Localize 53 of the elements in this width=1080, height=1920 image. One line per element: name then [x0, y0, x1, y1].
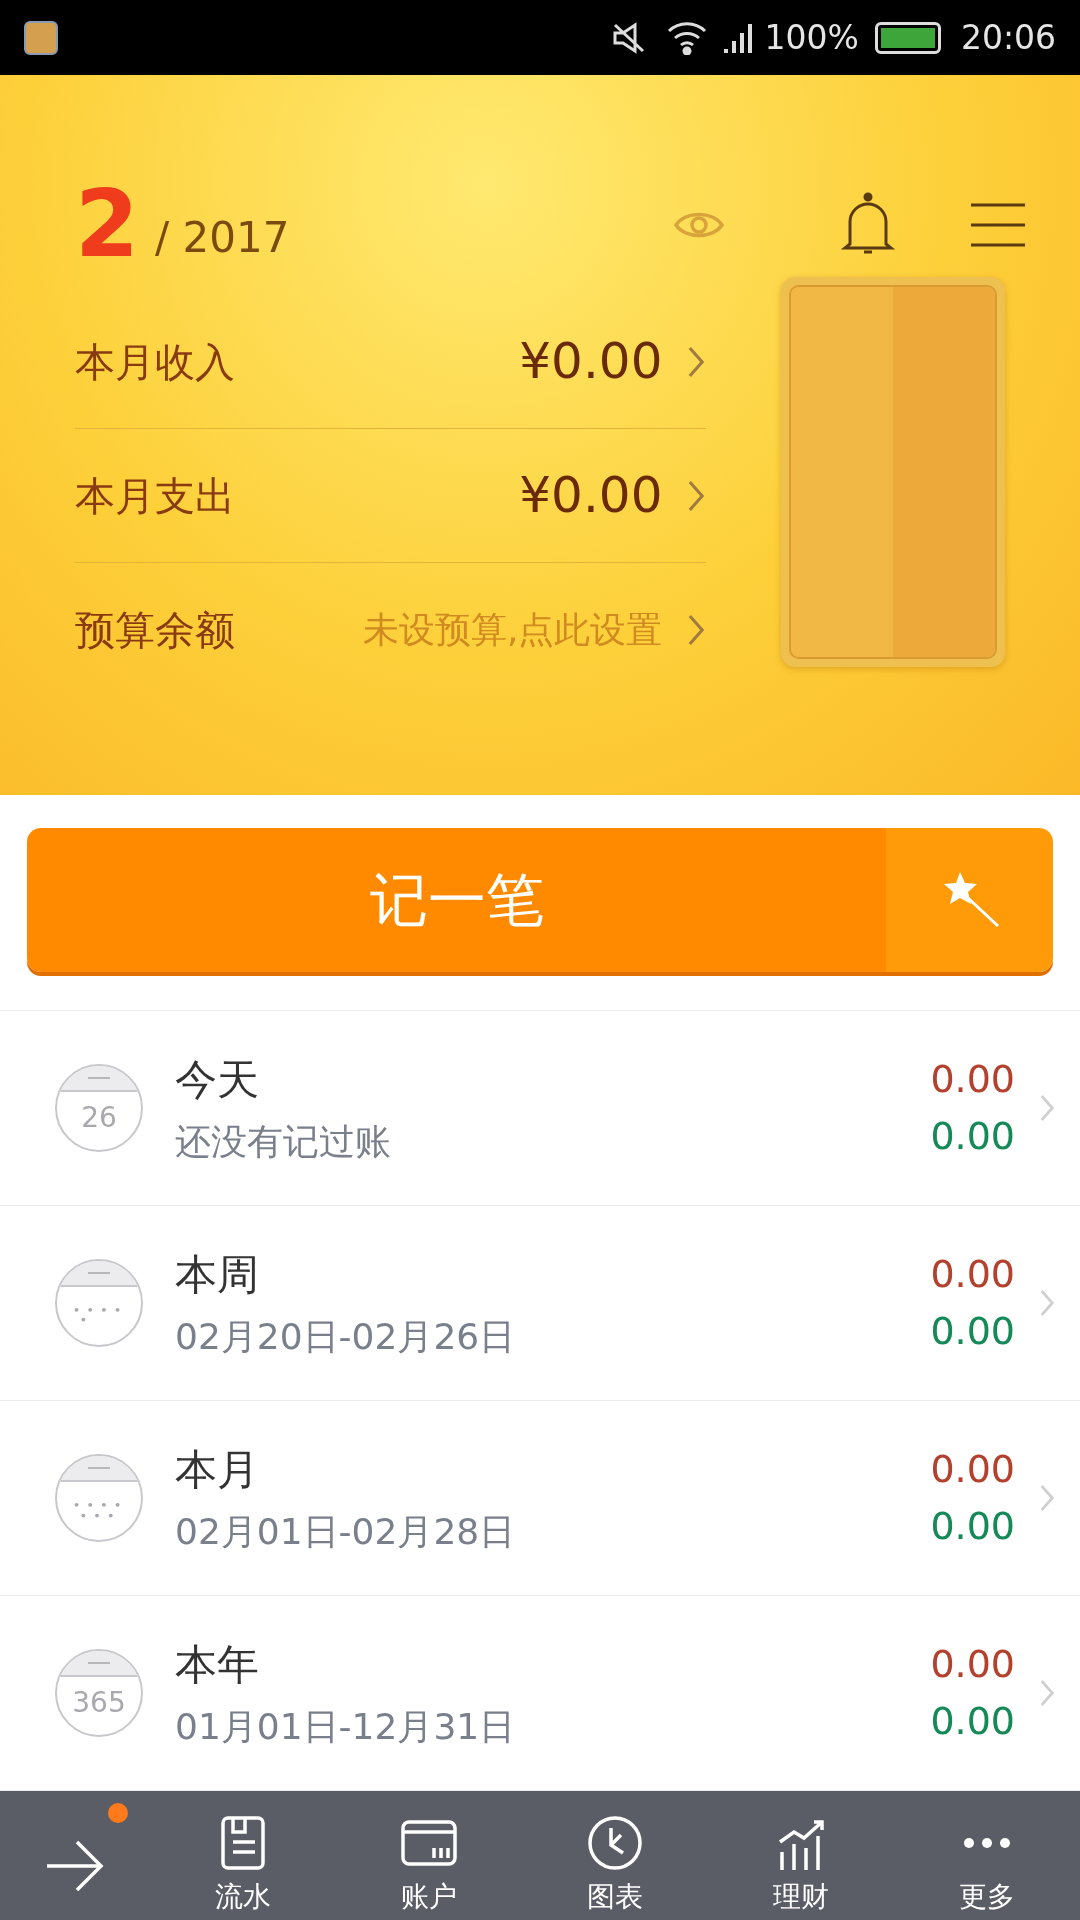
period-title: 今天: [175, 1053, 260, 1106]
summary-row[interactable]: 预算余额 未设预算,点此设置: [75, 563, 707, 697]
chevron-right-icon: [1039, 1677, 1055, 1709]
month-number: 2: [75, 179, 139, 271]
period-subtitle: 02月01日-02月28日: [175, 1509, 516, 1554]
nav-tab[interactable]: 账户: [336, 1791, 522, 1920]
nav-tab[interactable]: 更多: [894, 1791, 1080, 1920]
menu-icon[interactable]: [971, 201, 1025, 249]
summary-amount: ¥0.00: [519, 465, 663, 526]
period-subtitle: 02月20日-02月26日: [175, 1314, 516, 1359]
expense-amount: 0.00: [930, 1503, 1015, 1550]
expense-amount: 0.00: [930, 1698, 1015, 1745]
clock-time: 20:06: [960, 16, 1056, 59]
period-row[interactable]: 26 今天 还没有记过账 0.00 0.00: [0, 1011, 1080, 1206]
period-row[interactable]: 本周 02月20日-02月26日 0.00 0.00: [0, 1206, 1080, 1401]
income-amount: 0.00: [930, 1446, 1015, 1493]
summary-label: 本月支出: [75, 471, 235, 521]
summary-amount: ¥0.00: [519, 331, 663, 392]
chevron-right-icon: [686, 478, 707, 513]
year-label: / 2017: [155, 211, 290, 264]
nav-tab[interactable]: 流水: [150, 1791, 336, 1920]
income-amount: 0.00: [930, 1056, 1015, 1103]
chevron-right-icon: [1039, 1482, 1055, 1514]
budget-hint: 未设预算,点此设置: [363, 608, 663, 652]
calendar-icon: [55, 1454, 143, 1542]
nav-tab[interactable]: 图表: [522, 1791, 708, 1920]
calendar-icon: [55, 1259, 143, 1347]
clock-icon: [586, 1814, 644, 1872]
battery-icon: [874, 21, 941, 54]
chevron-right-icon: [686, 344, 707, 379]
income-amount: 0.00: [930, 1641, 1015, 1688]
period-subtitle: 01月01日-12月31日: [175, 1704, 516, 1749]
calendar-number: 365: [72, 1689, 126, 1717]
app-notification-icon: [24, 20, 58, 55]
summary-row[interactable]: 本月收入 ¥0.00: [75, 295, 707, 429]
wifi-icon: [666, 20, 707, 55]
chevron-right-icon: [1039, 1287, 1055, 1319]
period-title: 本周: [175, 1248, 260, 1301]
chevron-right-icon: [1039, 1092, 1055, 1124]
chevron-right-icon: [686, 613, 707, 647]
period-row[interactable]: 本月 02月01日-02月28日 0.00 0.00: [0, 1401, 1080, 1596]
period-title: 本月: [175, 1443, 260, 1496]
summary-row[interactable]: 本月支出 ¥0.00: [75, 429, 707, 563]
income-amount: 0.00: [930, 1251, 1015, 1298]
expense-amount: 0.00: [930, 1113, 1015, 1160]
calendar-number: 26: [81, 1104, 117, 1132]
summary-label: 本月收入: [75, 337, 235, 387]
period-subtitle: 还没有记过账: [175, 1119, 391, 1164]
nav-tab[interactable]: 理财: [708, 1791, 894, 1920]
period-title: 本年: [175, 1638, 260, 1691]
expense-amount: 0.00: [930, 1308, 1015, 1355]
summary-label: 预算余额: [75, 606, 235, 655]
battery-percent: 100%: [764, 16, 859, 59]
